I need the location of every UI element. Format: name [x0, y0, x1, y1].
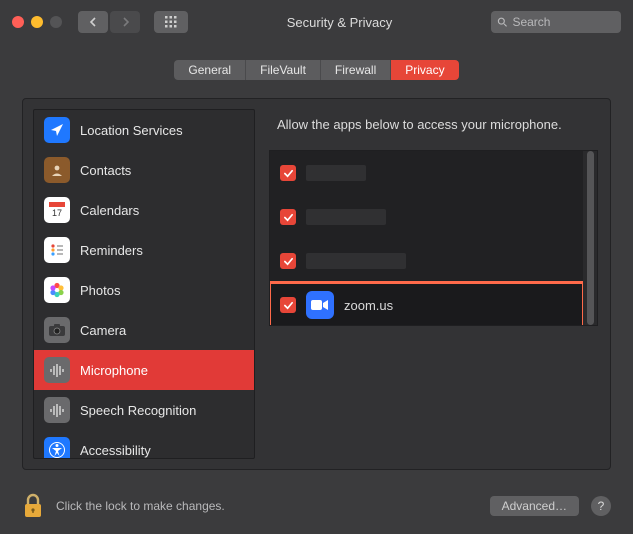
- svg-text:17: 17: [52, 208, 62, 218]
- sidebar-item-photos[interactable]: Photos: [34, 270, 254, 310]
- accessibility-icon: [44, 437, 70, 458]
- main-panel: Location Services Contacts 17 Calendars Remi…: [22, 98, 611, 470]
- sidebar-item-label: Location Services: [80, 123, 183, 138]
- chevron-left-icon: [89, 17, 98, 27]
- close-window-button[interactable]: [12, 16, 24, 28]
- scroll-thumb[interactable]: [587, 151, 594, 325]
- location-icon: [44, 117, 70, 143]
- sidebar-item-microphone[interactable]: Microphone: [34, 350, 254, 390]
- app-row[interactable]: [270, 195, 583, 239]
- tab-filevault[interactable]: FileVault: [246, 60, 321, 80]
- chevron-right-icon: [121, 17, 130, 27]
- privacy-detail: Allow the apps below to access your micr…: [255, 99, 610, 469]
- tab-privacy[interactable]: Privacy: [391, 60, 458, 80]
- calendar-icon: 17: [44, 197, 70, 223]
- app-checkbox[interactable]: [280, 209, 296, 225]
- search-field[interactable]: [491, 11, 621, 33]
- app-list-container: zoom.us: [269, 150, 598, 326]
- tab-firewall[interactable]: Firewall: [321, 60, 391, 80]
- nav-buttons: [78, 11, 140, 33]
- sidebar-item-accessibility[interactable]: Accessibility: [34, 430, 254, 458]
- privacy-sidebar-list[interactable]: Location Services Contacts 17 Calendars Remi…: [34, 110, 254, 458]
- app-row[interactable]: [270, 151, 583, 195]
- search-icon: [497, 16, 507, 28]
- check-icon: [283, 168, 294, 179]
- zoom-app-icon: [306, 291, 334, 319]
- microphone-icon: [44, 397, 70, 423]
- reminders-icon: [44, 237, 70, 263]
- show-all-button[interactable]: [154, 11, 188, 33]
- camera-icon: [44, 317, 70, 343]
- help-button[interactable]: ?: [591, 496, 611, 516]
- app-checkbox[interactable]: [280, 297, 296, 313]
- app-name-redacted: [306, 165, 366, 181]
- sidebar-item-calendars[interactable]: 17 Calendars: [34, 190, 254, 230]
- app-row[interactable]: [270, 239, 583, 283]
- camera-icon: [311, 299, 329, 311]
- grid-icon: [164, 15, 178, 29]
- advanced-button[interactable]: Advanced…: [490, 496, 579, 516]
- search-input[interactable]: [512, 15, 615, 29]
- privacy-sidebar: Location Services Contacts 17 Calendars Remi…: [33, 109, 255, 459]
- forward-button: [110, 11, 140, 33]
- sidebar-item-label: Photos: [80, 283, 120, 298]
- app-checkbox[interactable]: [280, 253, 296, 269]
- check-icon: [283, 300, 294, 311]
- microphone-icon: [44, 357, 70, 383]
- app-list[interactable]: zoom.us: [270, 151, 583, 325]
- sidebar-item-speech[interactable]: Speech Recognition: [34, 390, 254, 430]
- sidebar-item-label: Speech Recognition: [80, 403, 196, 418]
- sidebar-item-label: Contacts: [80, 163, 131, 178]
- app-list-scrollbar[interactable]: [583, 151, 597, 325]
- sidebar-item-camera[interactable]: Camera: [34, 310, 254, 350]
- contacts-icon: [44, 157, 70, 183]
- check-icon: [283, 212, 294, 223]
- app-row[interactable]: zoom.us: [270, 283, 583, 325]
- sidebar-item-label: Microphone: [80, 363, 148, 378]
- sidebar-item-contacts[interactable]: Contacts: [34, 150, 254, 190]
- sidebar-item-label: Calendars: [80, 203, 139, 218]
- check-icon: [283, 256, 294, 267]
- app-checkbox[interactable]: [280, 165, 296, 181]
- detail-caption: Allow the apps below to access your micr…: [277, 117, 598, 132]
- tabs: GeneralFileVaultFirewallPrivacy: [174, 60, 458, 80]
- sidebar-item-label: Accessibility: [80, 443, 151, 458]
- minimize-window-button[interactable]: [31, 16, 43, 28]
- lock-icon[interactable]: [22, 492, 44, 520]
- photos-icon: [44, 277, 70, 303]
- footer: Click the lock to make changes. Advanced…: [22, 492, 611, 520]
- sidebar-item-location[interactable]: Location Services: [34, 110, 254, 150]
- lock-caption: Click the lock to make changes.: [56, 499, 478, 513]
- back-button[interactable]: [78, 11, 108, 33]
- sidebar-item-reminders[interactable]: Reminders: [34, 230, 254, 270]
- sidebar-item-label: Camera: [80, 323, 126, 338]
- app-name-redacted: [306, 253, 406, 269]
- maximize-window-button: [50, 16, 62, 28]
- titlebar: Security & Privacy: [0, 0, 633, 44]
- window-controls: [12, 16, 62, 28]
- sidebar-item-label: Reminders: [80, 243, 143, 258]
- tabs-row: GeneralFileVaultFirewallPrivacy: [0, 44, 633, 88]
- window-title: Security & Privacy: [196, 15, 483, 30]
- tab-general[interactable]: General: [174, 60, 246, 80]
- app-name-redacted: [306, 209, 386, 225]
- app-name-label: zoom.us: [344, 298, 393, 313]
